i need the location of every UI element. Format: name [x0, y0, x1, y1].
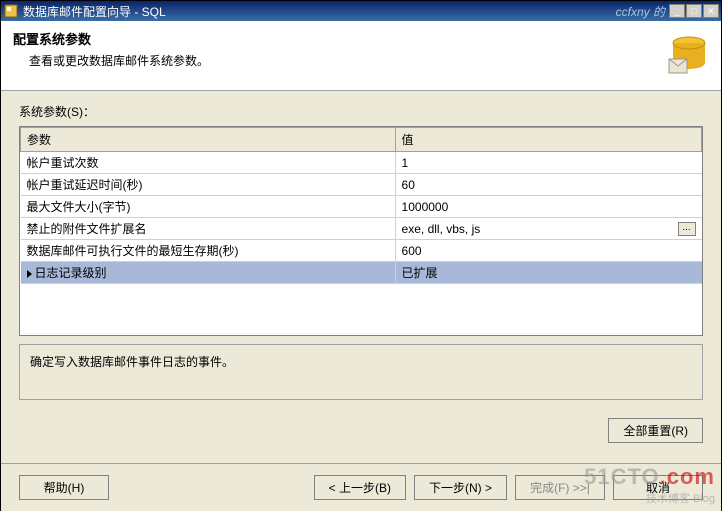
- param-label: 最大文件大小(字节): [27, 200, 131, 214]
- maximize-button[interactable]: □: [686, 4, 702, 18]
- value-cell[interactable]: 已扩展: [395, 262, 701, 284]
- param-label: 日志记录级别: [35, 266, 107, 280]
- next-button[interactable]: 下一步(N) >: [414, 475, 507, 500]
- value-cell[interactable]: 1000000: [395, 196, 701, 218]
- param-cell: 帐户重试延迟时间(秒): [21, 174, 396, 196]
- page-title: 配置系统参数: [13, 29, 709, 48]
- param-cell: 最大文件大小(字节): [21, 196, 396, 218]
- param-cell: 帐户重试次数: [21, 152, 396, 174]
- help-button[interactable]: 帮助(H): [19, 475, 109, 500]
- value-text: 1000000: [402, 200, 449, 214]
- wizard-content: 系统参数(S)： 参数 值 帐户重试次数 1 帐户重试延迟时间(秒) 60 最大文件大小…: [1, 91, 721, 463]
- wizard-header: 配置系统参数 查看或更改数据库邮件系统参数。: [1, 21, 721, 91]
- param-label: 数据库邮件可执行文件的最短生存期(秒): [27, 244, 239, 258]
- value-text: 600: [402, 244, 422, 258]
- table-row[interactable]: 禁止的附件文件扩展名 exe, dll, vbs, js...: [21, 218, 702, 240]
- value-cell[interactable]: 60: [395, 174, 701, 196]
- value-text: 已扩展: [402, 264, 438, 281]
- cancel-button[interactable]: 取消: [613, 475, 703, 500]
- table-row[interactable]: 日志记录级别 已扩展: [21, 262, 702, 284]
- app-icon: [3, 3, 19, 19]
- finish-button: 完成(F) >>|: [515, 475, 605, 500]
- section-label: 系统参数(S)：: [19, 103, 703, 120]
- close-button[interactable]: ✕: [703, 4, 719, 18]
- value-cell[interactable]: 600: [395, 240, 701, 262]
- table-row[interactable]: 帐户重试延迟时间(秒) 60: [21, 174, 702, 196]
- wizard-footer: 帮助(H) < 上一步(B) 下一步(N) > 完成(F) >>| 取消: [1, 463, 721, 511]
- col-param-header[interactable]: 参数: [21, 128, 396, 152]
- value-cell[interactable]: exe, dll, vbs, js...: [395, 218, 701, 240]
- param-label: 禁止的附件文件扩展名: [27, 222, 147, 236]
- description-box: 确定写入数据库邮件事件日志的事件。: [19, 344, 703, 400]
- page-subtitle: 查看或更改数据库邮件系统参数。: [29, 52, 709, 69]
- reset-all-button[interactable]: 全部重置(R): [608, 418, 703, 443]
- col-value-header[interactable]: 值: [395, 128, 701, 152]
- table-row[interactable]: 数据库邮件可执行文件的最短生存期(秒) 600: [21, 240, 702, 262]
- param-cell: 禁止的附件文件扩展名: [21, 218, 396, 240]
- param-cell: 数据库邮件可执行文件的最短生存期(秒): [21, 240, 396, 262]
- params-table: 参数 值 帐户重试次数 1 帐户重试延迟时间(秒) 60 最大文件大小(字节) 10000…: [20, 127, 702, 284]
- table-row[interactable]: 最大文件大小(字节) 1000000: [21, 196, 702, 218]
- value-cell[interactable]: 1: [395, 152, 701, 174]
- window-title: 数据库邮件配置向导 - SQL: [23, 3, 616, 20]
- row-indicator-icon: [27, 270, 32, 278]
- title-watermark: ccfxny 的: [616, 3, 665, 20]
- header-decoration-icon: [665, 29, 713, 77]
- table-row[interactable]: 帐户重试次数 1: [21, 152, 702, 174]
- value-text: 1: [402, 156, 409, 170]
- param-label: 帐户重试延迟时间(秒): [27, 178, 143, 192]
- ellipsis-button[interactable]: ...: [678, 222, 696, 236]
- param-label: 帐户重试次数: [27, 156, 99, 170]
- description-text: 确定写入数据库邮件事件日志的事件。: [30, 355, 234, 369]
- value-text: exe, dll, vbs, js: [402, 222, 481, 236]
- param-cell: 日志记录级别: [21, 262, 396, 284]
- value-text: 60: [402, 178, 415, 192]
- params-table-container: 参数 值 帐户重试次数 1 帐户重试延迟时间(秒) 60 最大文件大小(字节) 10000…: [19, 126, 703, 336]
- minimize-button[interactable]: _: [669, 4, 685, 18]
- back-button[interactable]: < 上一步(B): [314, 475, 406, 500]
- titlebar: 数据库邮件配置向导 - SQL ccfxny 的 _ □ ✕: [1, 1, 721, 21]
